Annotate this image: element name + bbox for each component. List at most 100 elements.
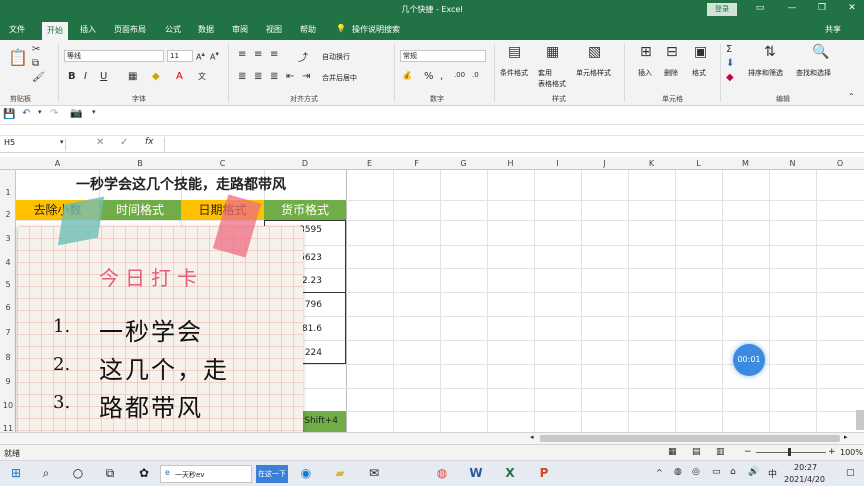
sort-filter-button[interactable]: 排序和筛选 <box>748 68 783 78</box>
tray-up-icon[interactable]: ^ <box>656 468 663 477</box>
scroll-left-icon[interactable]: ◂ <box>530 433 534 441</box>
conditional-format-icon[interactable]: ▤ <box>508 44 521 60</box>
collapse-ribbon-icon[interactable]: ⌃ <box>848 92 855 101</box>
shrink-font-icon[interactable]: A▾ <box>210 50 219 62</box>
tab-file[interactable]: 文件 <box>9 24 25 35</box>
format-cells-icon[interactable]: ▣ <box>694 44 707 60</box>
tray-app-icon[interactable]: ◎ <box>692 467 700 477</box>
ime-icon[interactable]: 中 <box>768 467 777 480</box>
redo-icon[interactable]: ↷ <box>50 108 58 119</box>
tab-help[interactable]: 帮助 <box>300 24 316 35</box>
wrap-text-button[interactable]: 自动换行 <box>322 52 350 62</box>
taskbar-search-box[interactable]: 一天秒ev <box>160 465 252 483</box>
font-name-select[interactable]: 等线 <box>64 50 164 62</box>
header-cell[interactable]: 货币格式 <box>264 200 346 220</box>
column-header[interactable]: B <box>99 159 181 168</box>
column-header[interactable]: H <box>487 159 534 168</box>
normal-view-icon[interactable]: ▦ <box>668 447 677 457</box>
word-icon[interactable]: W <box>466 466 486 480</box>
zoom-slider[interactable] <box>756 452 826 453</box>
fill-icon[interactable]: ⬇ <box>726 58 734 69</box>
phonetic-icon[interactable]: 文 <box>198 71 206 82</box>
tab-review[interactable]: 审阅 <box>232 24 248 35</box>
copy-icon[interactable]: ⧉ <box>32 58 39 69</box>
search-icon[interactable]: ⌕ <box>36 466 56 481</box>
close-button[interactable]: ✕ <box>842 3 862 17</box>
percent-icon[interactable]: % <box>424 71 434 82</box>
row-header[interactable]: 8 <box>0 353 16 362</box>
row-header[interactable]: 9 <box>0 377 16 386</box>
enter-icon[interactable]: ✓ <box>120 137 128 148</box>
recording-timer[interactable]: 00:01 <box>733 344 765 376</box>
network-icon[interactable]: ⌂ <box>730 467 736 477</box>
vertical-scrollbar[interactable] <box>856 410 864 430</box>
camera-icon[interactable]: 📷 <box>70 108 82 119</box>
insert-cells-icon[interactable]: ⊞ <box>640 44 652 60</box>
decrease-decimal-icon[interactable]: .0 <box>472 71 479 79</box>
zoom-in-icon[interactable]: + <box>828 447 836 457</box>
align-left-icon[interactable]: ≣ <box>238 71 246 82</box>
row-header[interactable]: 3 <box>0 234 16 243</box>
login-button[interactable]: 登录 <box>707 3 737 16</box>
undo-dropdown-icon[interactable]: ▾ <box>38 108 42 116</box>
align-right-icon[interactable]: ≣ <box>270 71 278 82</box>
cancel-icon[interactable]: ✕ <box>96 137 104 148</box>
row-header[interactable]: 4 <box>0 258 16 267</box>
active-app-button[interactable]: 在这一下 <box>256 465 288 483</box>
cut-icon[interactable]: ✂ <box>32 44 40 55</box>
insert-function-icon[interactable]: fx <box>145 137 154 147</box>
column-header[interactable]: F <box>393 159 440 168</box>
border-icon[interactable]: ▦ <box>128 71 137 82</box>
tell-me-search[interactable]: 操作说明搜索 <box>352 24 400 35</box>
row-header[interactable]: 2 <box>0 210 16 219</box>
font-size-select[interactable]: 11 <box>167 50 193 62</box>
find-select-icon[interactable]: 🔍 <box>812 44 829 60</box>
align-center-icon[interactable]: ≣ <box>254 71 262 82</box>
page-layout-view-icon[interactable]: ▤ <box>692 447 701 457</box>
row-header[interactable]: 1 <box>0 188 16 197</box>
restore-button[interactable]: ❐ <box>812 3 832 17</box>
align-bottom-icon[interactable]: ≡ <box>270 49 278 60</box>
format-painter-icon[interactable]: 🖌 <box>32 72 45 83</box>
header-cell[interactable]: 时间格式 <box>99 200 181 220</box>
find-select-button[interactable]: 查找和选择 <box>796 68 831 78</box>
cell-style-button[interactable]: 单元格样式 <box>576 68 611 78</box>
minimize-button[interactable]: — <box>782 3 802 17</box>
row-header[interactable]: 6 <box>0 303 16 312</box>
share-button[interactable]: 共享 <box>825 24 841 35</box>
italic-icon[interactable]: I <box>84 71 87 82</box>
accounting-icon[interactable]: 💰 <box>402 71 412 80</box>
align-top-icon[interactable]: ≡ <box>238 49 246 60</box>
autosum-icon[interactable]: Σ <box>726 44 732 55</box>
grow-font-icon[interactable]: A▴ <box>196 50 205 62</box>
sheet-title[interactable]: 一秒学会这几个技能，走路都带风 <box>16 175 346 195</box>
format-cells-button[interactable]: 格式 <box>692 68 706 78</box>
task-view-icon[interactable]: ⧉ <box>100 466 120 481</box>
name-box[interactable]: H5 <box>0 138 66 151</box>
clock-date[interactable]: 2021/4/20 <box>784 475 825 484</box>
clock-time[interactable]: 20:27 <box>794 463 817 472</box>
number-format-select[interactable]: 常规 <box>400 50 486 62</box>
powerpoint-icon[interactable]: P <box>534 466 554 480</box>
row-header[interactable]: 5 <box>0 280 16 289</box>
table-format-button[interactable]: 套用 表格格式 <box>538 68 566 90</box>
widget-icon[interactable]: ✿ <box>134 466 154 480</box>
save-icon[interactable]: 💾 <box>3 109 15 120</box>
merge-center-button[interactable]: 合并后居中 <box>322 73 357 83</box>
zoom-out-icon[interactable]: − <box>744 447 752 457</box>
zoom-slider-thumb[interactable] <box>788 448 791 456</box>
column-header[interactable]: J <box>581 159 628 168</box>
comma-icon[interactable]: , <box>440 71 443 82</box>
column-header[interactable]: L <box>675 159 722 168</box>
edge-icon[interactable]: ◉ <box>296 466 316 480</box>
clear-icon[interactable]: ◆ <box>726 72 734 83</box>
chrome-icon[interactable]: ◍ <box>432 466 452 480</box>
column-header[interactable]: O <box>816 159 864 168</box>
row-header[interactable]: 7 <box>0 328 16 337</box>
volume-icon[interactable]: 🔊 <box>748 467 759 477</box>
column-header[interactable]: G <box>440 159 487 168</box>
undo-icon[interactable]: ↶ <box>22 108 30 119</box>
fill-color-icon[interactable]: ◆ <box>152 71 160 82</box>
decrease-indent-icon[interactable]: ⇤ <box>286 71 294 82</box>
increase-indent-icon[interactable]: ⇥ <box>302 71 310 82</box>
